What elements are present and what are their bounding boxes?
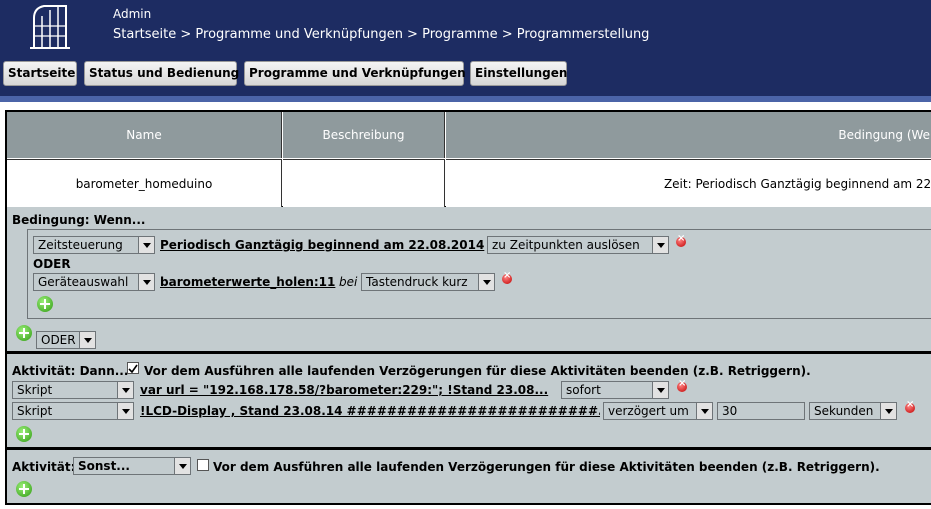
chevron-down-icon — [79, 332, 95, 348]
header-beschreibung: Beschreibung — [283, 112, 445, 158]
else-retrigger-checkbox[interactable] — [197, 459, 209, 471]
add-condition-icon[interactable] — [37, 296, 53, 312]
condition-trigger-select-2[interactable]: Tastendruck kurz — [361, 273, 495, 291]
condition-device-link[interactable]: barometerwerte_holen:11 — [160, 275, 335, 289]
condition-trigger-select-1[interactable]: zu Zeitpunkten auslösen — [487, 236, 669, 254]
chevron-down-icon — [880, 403, 896, 419]
header: Admin Startseite > Programme und Verknüp… — [0, 0, 931, 96]
add-else-activity-icon[interactable] — [16, 481, 32, 497]
chevron-down-icon — [138, 237, 154, 253]
delete-activity-icon[interactable] — [677, 378, 687, 392]
cell-name[interactable]: barometer_homeduino — [7, 159, 282, 208]
nav-startseite-button[interactable]: Startseite — [3, 61, 77, 86]
oder-label: ODER — [33, 257, 71, 271]
chevron-down-icon — [117, 382, 133, 398]
delete-activity-icon[interactable] — [905, 399, 915, 413]
cell-beschreibung[interactable] — [283, 159, 445, 208]
add-activity-icon[interactable] — [16, 426, 32, 442]
chevron-down-icon — [478, 274, 494, 290]
cell-bedingung: Zeit: Periodisch Ganztägig beginnend am … — [446, 159, 931, 208]
activity-title: Aktivität: Dann... — [12, 364, 129, 378]
condition-type-select-1[interactable]: Zeitsteuerung — [33, 236, 155, 254]
nav-programme-button[interactable]: Programme und Verknüpfungen — [244, 61, 466, 86]
delay-value-input[interactable]: 30 — [717, 402, 805, 420]
nav-status-button[interactable]: Status und Bedienung — [84, 61, 239, 86]
activity-when-select-1[interactable]: sofort — [561, 381, 669, 399]
program-table: Name Beschreibung Bedingung (Wer baromet… — [5, 110, 931, 208]
nav-einstellungen-button[interactable]: Einstellungen — [470, 61, 567, 86]
retrigger-label: Vor dem Ausführen alle laufenden Verzöge… — [144, 364, 811, 378]
chevron-down-icon — [652, 382, 668, 398]
user-name: Admin — [113, 7, 152, 21]
oder-select[interactable]: ODER — [36, 331, 96, 349]
chevron-down-icon — [652, 237, 668, 253]
activity-script-link-2[interactable]: !LCD-Display , Stand 23.08.14 ##########… — [140, 404, 600, 418]
else-retrigger-label: Vor dem Ausführen alle laufenden Verzöge… — [213, 460, 880, 474]
chevron-down-icon — [174, 458, 190, 474]
delete-condition-icon[interactable] — [676, 233, 686, 247]
condition-type-select-2[interactable]: Geräteauswahl — [33, 273, 155, 291]
else-activity-title: Aktivität: — [12, 460, 76, 474]
add-condition-group-icon[interactable] — [16, 325, 32, 341]
bei-label: bei — [339, 275, 358, 289]
condition-title: Bedingung: Wenn... — [12, 213, 146, 227]
retrigger-checkbox[interactable] — [127, 362, 139, 374]
else-activity-panel: Aktivität: Sonst... Vor dem Ausführen al… — [5, 449, 931, 505]
activity-panel: Aktivität: Dann... Vor dem Ausführen all… — [5, 353, 931, 449]
activity-script-link-1[interactable]: var url = "192.168.178.58/?barometer:229… — [140, 383, 548, 397]
sonst-select[interactable]: Sonst... — [73, 457, 191, 475]
condition-time-link[interactable]: Periodisch Ganztägig beginnend am 22.08.… — [160, 238, 484, 252]
delay-unit-select[interactable]: Sekunden — [809, 402, 897, 420]
chevron-down-icon — [138, 274, 154, 290]
activity-when-select-2[interactable]: verzögert um — [603, 402, 713, 420]
chevron-down-icon — [696, 403, 712, 419]
delete-condition-icon[interactable] — [502, 270, 512, 284]
homematic-logo-icon — [30, 5, 70, 49]
condition-group: Zeitsteuerung Periodisch Ganztägig begin… — [27, 229, 931, 319]
header-divider — [0, 96, 931, 102]
breadcrumb: Startseite > Programme und Verknüpfungen… — [113, 27, 650, 42]
chevron-down-icon — [117, 403, 133, 419]
checkmark-icon — [128, 364, 138, 374]
header-bedingung: Bedingung (Wer — [446, 112, 931, 158]
activity-type-select-2[interactable]: Skript — [12, 402, 134, 420]
activity-type-select-1[interactable]: Skript — [12, 381, 134, 399]
condition-panel: Bedingung: Wenn... Zeitsteuerung Periodi… — [5, 207, 931, 353]
header-name: Name — [7, 112, 282, 158]
